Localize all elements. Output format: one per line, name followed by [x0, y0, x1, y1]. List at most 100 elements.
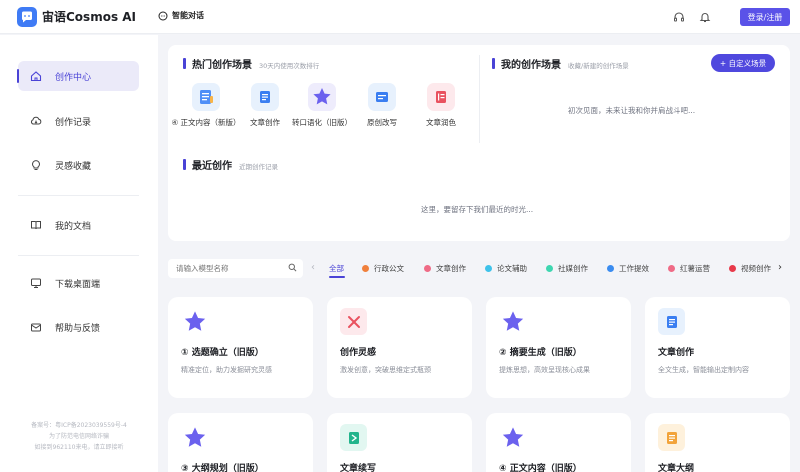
- add-custom-scene-button[interactable]: + 自定义场景: [711, 54, 775, 72]
- category-next-button[interactable]: ›: [778, 262, 782, 273]
- sidebar-item-inspiration[interactable]: 灵感收藏: [18, 150, 139, 180]
- card-title: ③ 大纲规划（旧版）: [181, 464, 264, 472]
- anti-fraud-call-note: 如接到962110来电，请立即接听: [34, 444, 124, 451]
- section-divider: [479, 55, 480, 143]
- category-dot: [424, 265, 431, 272]
- app-name: 宙语Cosmos AI: [42, 10, 137, 24]
- headphones-icon[interactable]: [672, 10, 686, 24]
- sidebar-item-label: 下载桌面端: [55, 279, 101, 290]
- hot-scenes-title: 热门创作场景: [192, 60, 252, 71]
- my-scenes-empty-text: 初次见面，未来让我和你并肩战斗吧...: [568, 106, 696, 115]
- card-desc: 全文生成，智能输出定制内容: [658, 366, 749, 374]
- category-dot: [546, 265, 553, 272]
- category-prev-button[interactable]: ‹: [311, 262, 315, 273]
- sidebar-item-creation-center[interactable]: 创作中心: [17, 61, 139, 91]
- model-search[interactable]: [168, 259, 303, 278]
- search-icon[interactable]: [288, 263, 297, 275]
- category-dot: [607, 265, 614, 272]
- nav-smart-chat[interactable]: 智能对话: [158, 10, 204, 21]
- my-scenes-header: 我的创作场景 收藏/新建的创作场景: [492, 56, 629, 71]
- sidebar-divider: [18, 255, 139, 256]
- scene-card[interactable]: ④ 正文内容（旧版）: [486, 413, 631, 472]
- category-label: 全部: [329, 264, 344, 273]
- nav-smart-chat-label: 智能对话: [172, 11, 204, 20]
- scene-card[interactable]: 创作灵感 激发创意，突破思维定式瓶颈: [327, 297, 472, 398]
- sidebar-item-help-feedback[interactable]: 帮助与反馈: [18, 312, 139, 342]
- inspiration-icon: [340, 308, 367, 335]
- cloud-icon: [29, 114, 43, 128]
- app-logo[interactable]: 宙语Cosmos AI: [17, 6, 137, 27]
- my-scenes-title: 我的创作场景: [501, 60, 561, 71]
- monitor-icon: [29, 276, 43, 290]
- category-dot: [729, 265, 736, 272]
- category-dot: [485, 265, 492, 272]
- active-category-underline: [329, 276, 345, 278]
- scene-card[interactable]: 文章创作 全文生成，智能输出定制内容: [645, 297, 790, 398]
- chat-bubble-icon: [158, 11, 168, 20]
- sidebar-item-my-docs[interactable]: 我的文档: [18, 210, 139, 240]
- star-icon: [181, 424, 208, 451]
- footer-note: 备案号：粤ICP备2023039559号-4 为了防范电信网络诈骗 如接到962…: [0, 420, 158, 453]
- category-label: 文章创作: [436, 264, 466, 273]
- sidebar: 创作中心 创作记录 灵感收藏 我的文档 下载桌面端 帮助与反馈 备案号：粤ICP…: [0, 35, 158, 472]
- sidebar-item-label: 帮助与反馈: [55, 323, 101, 334]
- category-label: 工作提效: [619, 264, 649, 273]
- polish-icon: [427, 83, 455, 111]
- sidebar-item-download-desktop[interactable]: 下载桌面端: [18, 268, 139, 298]
- continue-icon: [340, 424, 367, 451]
- category-item[interactable]: 红薯运营: [668, 263, 710, 274]
- category-item[interactable]: 工作提效: [607, 263, 649, 274]
- card-desc: 提炼思想，高效呈现核心成果: [499, 366, 590, 374]
- sidebar-item-creation-history[interactable]: 创作记录: [18, 106, 139, 136]
- top-header: 宙语Cosmos AI 智能对话 登录/注册: [0, 0, 800, 34]
- scene-card[interactable]: ② 摘要生成（旧版） 提炼思想，高效呈现核心成果: [486, 297, 631, 398]
- search-input[interactable]: [176, 264, 288, 273]
- card-title: ② 摘要生成（旧版）: [499, 348, 582, 358]
- sidebar-item-label: 创作中心: [55, 72, 92, 83]
- recent-title: 最近创作: [192, 161, 232, 172]
- my-scenes-subtitle: 收藏/新建的创作场景: [568, 62, 629, 70]
- card-title: 文章续写: [340, 464, 377, 472]
- card-desc: 激发创意，突破思维定式瓶颈: [340, 366, 431, 374]
- star-icon: [499, 424, 526, 451]
- lightbulb-icon: [29, 158, 43, 172]
- card-title: ① 选题确立（旧版）: [181, 348, 264, 358]
- home-icon: [29, 69, 43, 83]
- mail-icon: [29, 320, 43, 334]
- card-title: 创作灵感: [340, 348, 377, 358]
- scene-card[interactable]: 文章续写: [327, 413, 472, 472]
- book-icon: [29, 218, 43, 232]
- scene-card[interactable]: ③ 大纲规划（旧版）: [168, 413, 313, 472]
- scene-card[interactable]: ① 选题确立（旧版） 精准定位，助力发掘研究灵感: [168, 297, 313, 398]
- star-icon: [499, 308, 526, 335]
- category-item[interactable]: 行政公文: [362, 263, 404, 274]
- recent-subtitle: 近期创作记录: [239, 163, 278, 171]
- hot-scenes-header: 热门创作场景 30天内使用次数排行: [183, 56, 319, 71]
- star-icon: [308, 83, 336, 111]
- category-item[interactable]: 论文辅助: [485, 263, 527, 274]
- category-label: 行政公文: [374, 264, 404, 273]
- card-title: ④ 正文内容（旧版）: [499, 464, 582, 472]
- scene-card[interactable]: 文章大纲: [645, 413, 790, 472]
- sidebar-item-label: 创作记录: [55, 117, 92, 128]
- category-all[interactable]: 全部: [329, 263, 344, 274]
- anti-fraud-note: 为了防范电信网络诈骗: [48, 433, 109, 440]
- document-sketch-icon: [192, 83, 220, 111]
- logo-chat-icon: [17, 6, 37, 27]
- recent-header: 最近创作 近期创作记录: [183, 157, 278, 172]
- scenes-panel: 热门创作场景 30天内使用次数排行 ④ 正文内容（新版） 文章创作 转口语化（旧…: [168, 45, 790, 241]
- hot-scene-item[interactable]: 文章润色: [401, 83, 481, 128]
- login-register-button[interactable]: 登录/注册: [740, 8, 790, 26]
- card-title: 文章创作: [658, 348, 695, 358]
- category-item[interactable]: 文章创作: [424, 263, 466, 274]
- sidebar-item-label: 我的文档: [55, 221, 92, 232]
- icp-record[interactable]: 备案号：粤ICP备2023039559号-4: [0, 420, 158, 431]
- category-label: 论文辅助: [497, 264, 527, 273]
- category-item[interactable]: 社媒创作: [546, 263, 588, 274]
- category-item[interactable]: 视频创作: [729, 263, 773, 274]
- bell-icon[interactable]: [698, 10, 712, 24]
- category-label: 红薯运营: [680, 264, 710, 273]
- category-dot: [668, 265, 675, 272]
- category-label: 视频创作: [741, 264, 771, 273]
- card-desc: 精准定位，助力发掘研究灵感: [181, 366, 272, 374]
